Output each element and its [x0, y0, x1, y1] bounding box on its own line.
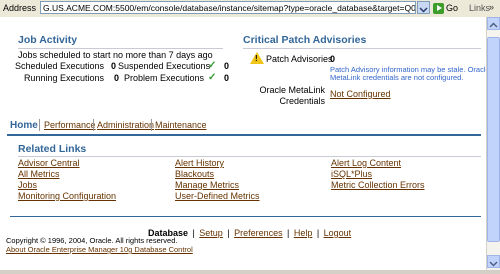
tab-separator	[93, 119, 94, 131]
link-alert-history[interactable]: Alert History	[175, 158, 224, 168]
address-input[interactable]: G.US.ACME.COM:5500/em/console/database/i…	[40, 1, 416, 14]
job-activity-subtitle: Jobs scheduled to start no more than 7 d…	[18, 50, 213, 60]
footer-separator: |	[227, 228, 230, 238]
footer-logout-link[interactable]: Logout	[324, 228, 352, 238]
go-button[interactable]: Go	[433, 1, 463, 15]
job-activity-divider	[18, 48, 223, 49]
link-alert-log-content[interactable]: Alert Log Content	[331, 158, 401, 168]
link-blackouts[interactable]: Blackouts	[175, 169, 214, 179]
tab-administration[interactable]: Administration	[97, 120, 154, 130]
problem-executions-label: Problem Executions	[123, 73, 204, 83]
links-chevron-icon[interactable]: »	[489, 2, 494, 12]
link-manage-metrics[interactable]: Manage Metrics	[175, 180, 239, 190]
scroll-up-button[interactable]	[487, 17, 500, 30]
go-label: Go	[446, 3, 459, 13]
scheduled-executions-label: Scheduled Executions	[14, 61, 104, 71]
link-advisor-central[interactable]: Advisor Central	[18, 158, 80, 168]
about-oem-link[interactable]: About Oracle Enterprise Manager 10g Data…	[6, 245, 193, 254]
footer-setup-link[interactable]: Setup	[199, 228, 223, 238]
footer-preferences-link[interactable]: Preferences	[234, 228, 283, 238]
tab-maintenance[interactable]: Maintenance	[155, 120, 207, 130]
job-activity-heading: Job Activity	[18, 34, 78, 46]
check-icon: ✓	[208, 60, 217, 71]
suspended-executions-value: 0	[224, 61, 230, 71]
patch-warning-line2: MetaLink credentials are not configured.	[330, 73, 464, 82]
address-dropdown-button[interactable]	[417, 1, 430, 14]
patch-advisories-value: 0	[330, 54, 336, 64]
metalink-label-line1: Oracle MetaLink	[259, 85, 325, 95]
footer-nav: Database | Setup | Preferences | Help | …	[148, 223, 351, 241]
link-monitoring-configuration[interactable]: Monitoring Configuration	[18, 191, 116, 201]
chevron-down-icon	[489, 261, 498, 267]
footer-separator: |	[287, 228, 290, 238]
link-jobs[interactable]: Jobs	[18, 180, 37, 190]
address-label: Address	[3, 3, 37, 13]
suspended-executions-label: Suspended Executions	[118, 61, 211, 71]
tab-separator	[151, 119, 152, 131]
footer-separator: |	[316, 228, 320, 238]
chevron-down-icon	[419, 7, 428, 13]
link-user-defined-metrics[interactable]: User-Defined Metrics	[175, 191, 260, 201]
link-all-metrics[interactable]: All Metrics	[18, 169, 60, 179]
vertical-scrollbar[interactable]	[486, 17, 500, 270]
critical-patch-heading: Critical Patch Advisories	[243, 34, 367, 46]
warning-icon-mark: !	[255, 54, 258, 63]
running-executions-label: Running Executions	[23, 73, 104, 83]
address-bar: Address G.US.ACME.COM:5500/em/console/da…	[0, 0, 500, 18]
link-metric-collection-errors[interactable]: Metric Collection Errors	[331, 180, 425, 190]
scroll-down-button[interactable]	[487, 255, 500, 268]
tab-performance[interactable]: Performance	[44, 120, 96, 130]
chevron-up-icon	[489, 22, 498, 28]
copyright-text: Copyright © 1996, 2004, Oracle. All righ…	[6, 236, 178, 245]
footer-help-link[interactable]: Help	[294, 228, 313, 238]
critical-patch-divider	[243, 48, 481, 49]
scroll-thumb[interactable]	[487, 37, 500, 242]
go-arrow-icon	[433, 3, 444, 15]
patch-advisories-label: Patch Advisories	[266, 54, 333, 64]
footer-separator: |	[192, 228, 195, 238]
related-links-divider	[18, 156, 481, 157]
link-isqlplus[interactable]: iSQL*Plus	[331, 169, 372, 179]
page-content: Job Activity Jobs scheduled to start no …	[0, 17, 486, 270]
links-toolbar-label[interactable]: Links	[469, 3, 490, 13]
metalink-not-configured-link[interactable]: Not Configured	[330, 89, 391, 99]
scheduled-executions-value: 0	[111, 61, 117, 71]
footer-divider	[10, 216, 481, 217]
metalink-label-line2: Credentials	[279, 96, 325, 106]
check-icon: ✓	[208, 72, 217, 83]
problem-executions-value: 0	[224, 73, 230, 83]
tab-home[interactable]: Home	[10, 120, 38, 131]
tab-separator	[39, 119, 40, 131]
related-links-heading: Related Links	[18, 143, 87, 155]
